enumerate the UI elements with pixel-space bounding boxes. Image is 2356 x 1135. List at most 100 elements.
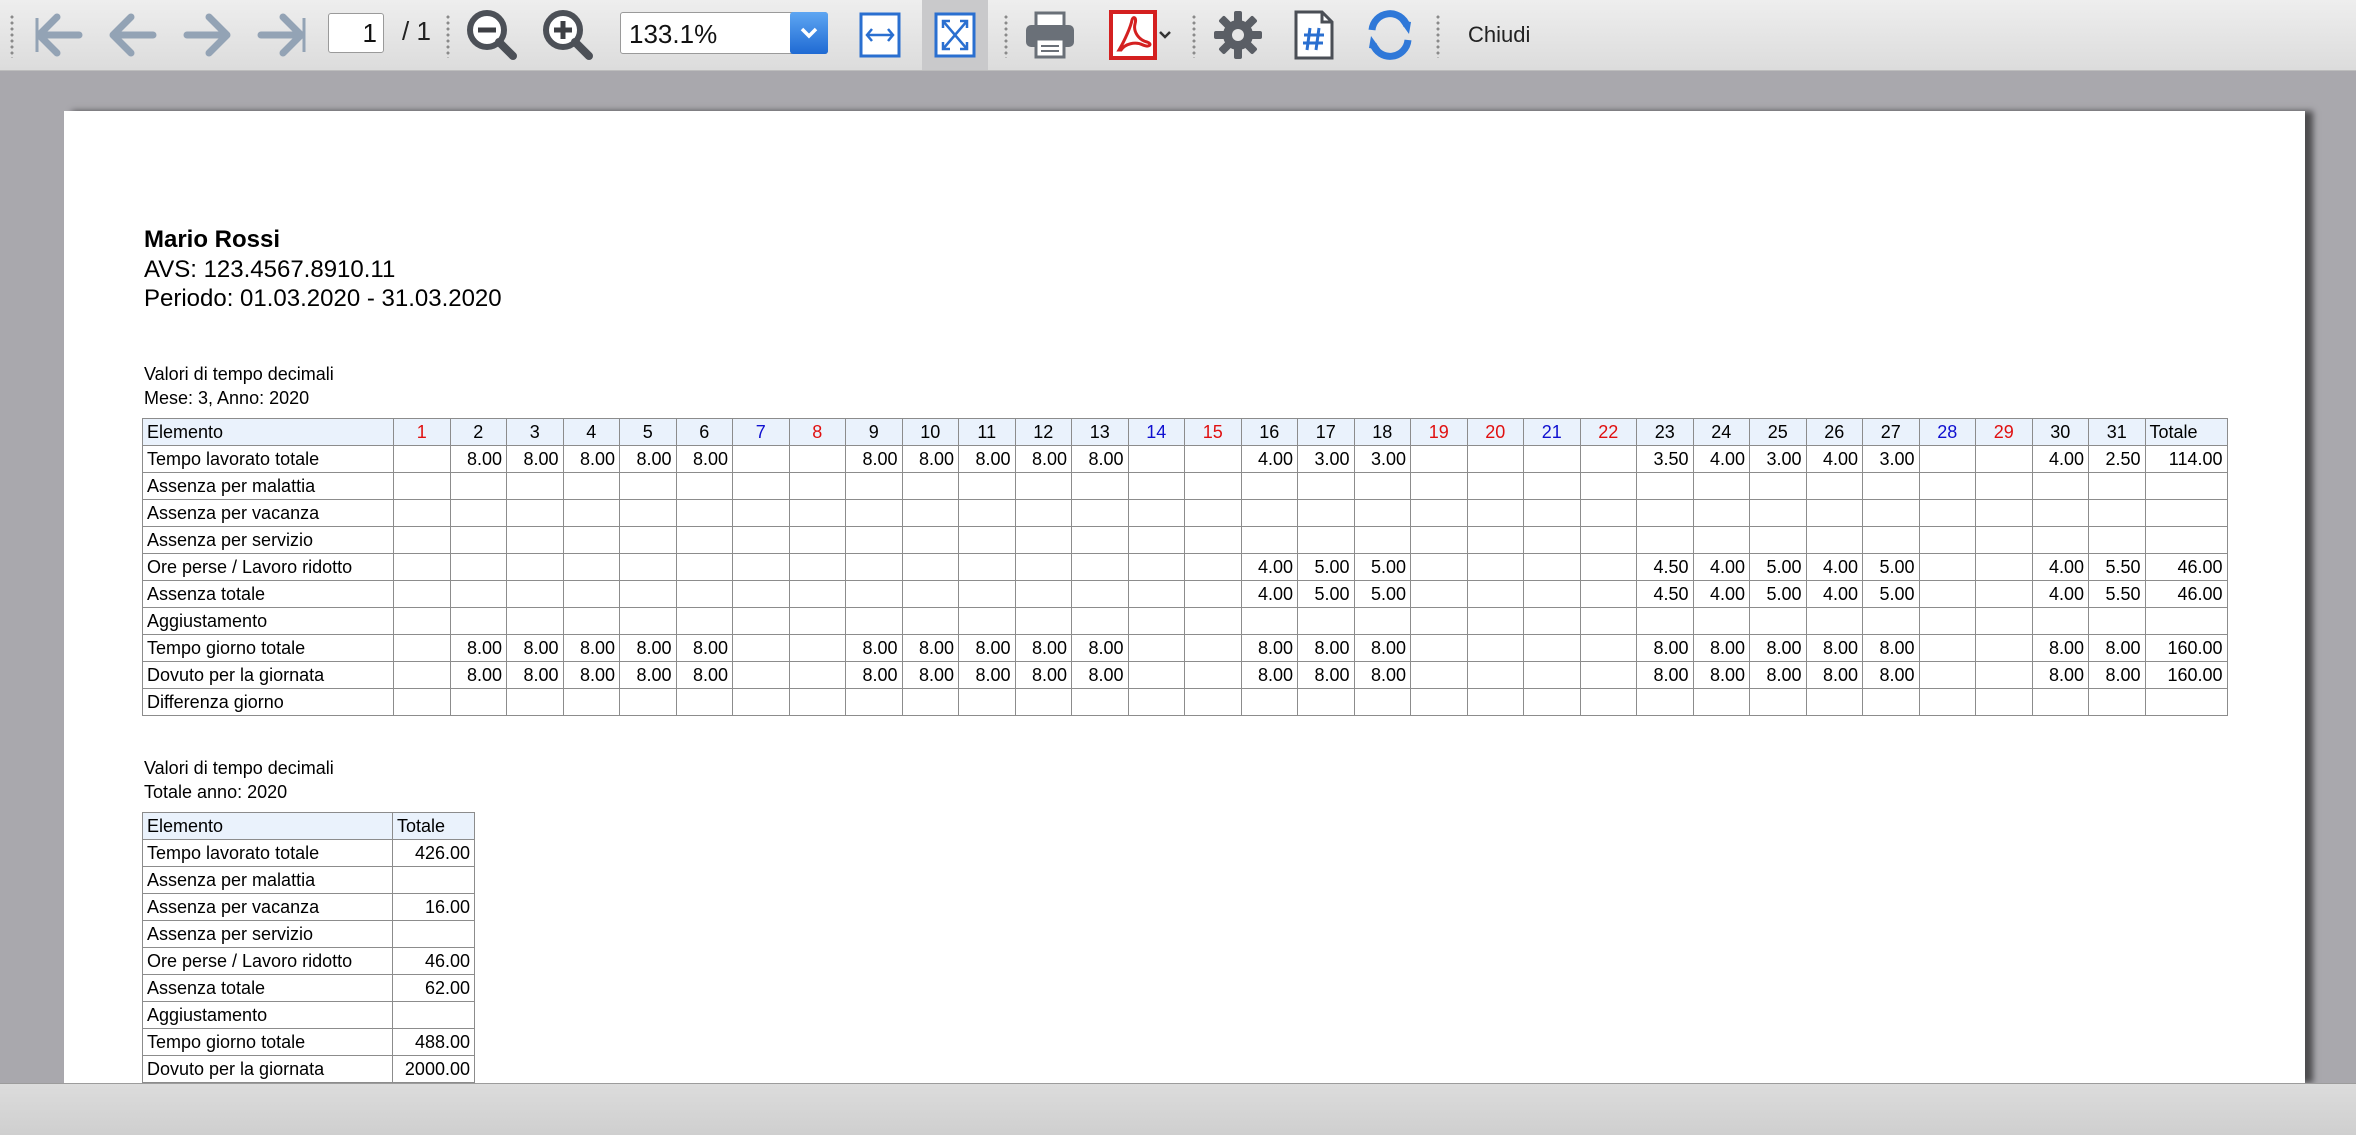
table-cell <box>1127 472 1185 500</box>
table-cell <box>393 499 451 527</box>
next-page-button[interactable] <box>180 7 236 63</box>
table-cell <box>1297 526 1355 554</box>
row-label: Assenza per vacanza <box>142 499 394 527</box>
table-cell <box>506 526 564 554</box>
table-cell <box>1297 607 1355 635</box>
column-header-day: 2 <box>449 418 507 446</box>
table-cell <box>1523 634 1581 662</box>
table-cell: 8.00 <box>1071 445 1129 473</box>
table-cell <box>1353 688 1411 716</box>
table-cell: 8.00 <box>845 445 903 473</box>
table-cell <box>1749 607 1807 635</box>
row-label: Ore perse / Lavoro ridotto <box>142 553 394 581</box>
table-cell <box>393 607 451 635</box>
table-cell: 8.00 <box>1240 661 1298 689</box>
table-row: Assenza per vacanza 16.00 <box>142 893 475 921</box>
export-pdf-button[interactable] <box>1106 7 1176 63</box>
table-cell <box>506 472 564 500</box>
row-label: Dovuto per la giornata <box>142 661 394 689</box>
table-cell <box>1523 607 1581 635</box>
fit-width-button[interactable] <box>852 7 908 63</box>
table-cell: 8.00 <box>1014 661 1072 689</box>
table-cell <box>958 607 1016 635</box>
table-cell <box>1523 553 1581 581</box>
table-cell <box>1579 445 1637 473</box>
table-cell <box>1297 499 1355 527</box>
column-header-day: 27 <box>1862 418 1920 446</box>
table-cell <box>1466 661 1524 689</box>
table-cell <box>1692 526 1750 554</box>
table-cell <box>1466 445 1524 473</box>
table-cell <box>732 607 790 635</box>
row-label: Assenza per servizio <box>142 526 394 554</box>
table-cell <box>619 472 677 500</box>
table-cell <box>1466 526 1524 554</box>
table-cell: 8.00 <box>675 634 733 662</box>
table-row: Assenza totale 62.00 <box>142 974 475 1002</box>
table-cell: 8.00 <box>958 634 1016 662</box>
table-cell <box>1071 499 1129 527</box>
toolbar-grip[interactable] <box>10 14 14 58</box>
zoom-dropdown-button[interactable] <box>790 12 828 54</box>
table-cell <box>1975 661 2033 689</box>
table-cell <box>1579 553 1637 581</box>
table-cell: 2.50 <box>2088 445 2146 473</box>
table-cell: 8.00 <box>2031 661 2089 689</box>
zoom-out-button[interactable] <box>464 7 520 63</box>
fit-page-button[interactable] <box>927 7 983 63</box>
table-cell <box>1862 499 1920 527</box>
table-cell: 4.00 <box>1805 580 1863 608</box>
table-row: Tempo giorno totale 8.00 8.00 8.00 8.00 8.00 8… <box>142 634 2228 662</box>
table-cell <box>2088 688 2146 716</box>
table-cell <box>562 499 620 527</box>
page-numbering-button[interactable] <box>1284 7 1344 63</box>
row-total <box>2144 688 2228 716</box>
toolbar-separator <box>1436 14 1440 58</box>
table-row: Dovuto per la giornata 8.00 8.00 8.00 8.00 8.… <box>142 661 2228 689</box>
column-header-day: 31 <box>2088 418 2146 446</box>
table-cell <box>1014 526 1072 554</box>
close-button[interactable]: Chiudi <box>1468 22 1530 48</box>
table-cell: 4.00 <box>1692 553 1750 581</box>
refresh-icon <box>1368 10 1412 60</box>
zoom-in-button[interactable] <box>540 7 596 63</box>
table-cell <box>2031 607 2089 635</box>
table-cell <box>788 688 846 716</box>
table-cell <box>788 445 846 473</box>
table-cell <box>788 634 846 662</box>
table-cell <box>1014 607 1072 635</box>
table-row: Tempo giorno totale 488.00 <box>142 1028 475 1056</box>
refresh-button[interactable] <box>1358 7 1422 63</box>
last-page-button[interactable] <box>254 7 310 63</box>
table-cell <box>1127 553 1185 581</box>
table-cell <box>562 472 620 500</box>
table-cell <box>1523 472 1581 500</box>
toolbar: 1 / 1 133.1% Chiudi <box>0 0 2356 71</box>
column-header-day: 12 <box>1014 418 1072 446</box>
table-cell: 5.00 <box>1749 580 1807 608</box>
page-number-input[interactable]: 1 <box>328 13 384 53</box>
column-header-day: 20 <box>1466 418 1524 446</box>
table-cell <box>393 445 451 473</box>
table-cell <box>1184 634 1242 662</box>
table-cell <box>1410 445 1468 473</box>
table-cell <box>1975 607 2033 635</box>
row-label: Assenza totale <box>142 580 394 608</box>
table-cell <box>732 688 790 716</box>
previous-page-button[interactable] <box>104 7 160 63</box>
print-button[interactable] <box>1020 7 1080 63</box>
zoom-select[interactable]: 133.1% <box>620 12 828 54</box>
table-cell <box>1692 688 1750 716</box>
table-cell <box>1127 607 1185 635</box>
table-cell <box>958 688 1016 716</box>
table-cell <box>1297 472 1355 500</box>
table-cell <box>901 472 959 500</box>
table-cell <box>1410 472 1468 500</box>
table-cell <box>1523 580 1581 608</box>
column-header-day: 5 <box>619 418 677 446</box>
zoom-value: 133.1% <box>629 19 718 49</box>
first-page-button[interactable] <box>30 7 86 63</box>
table-cell: 5.50 <box>2088 553 2146 581</box>
column-header-element: Elemento <box>142 418 394 446</box>
settings-button[interactable] <box>1208 7 1268 63</box>
